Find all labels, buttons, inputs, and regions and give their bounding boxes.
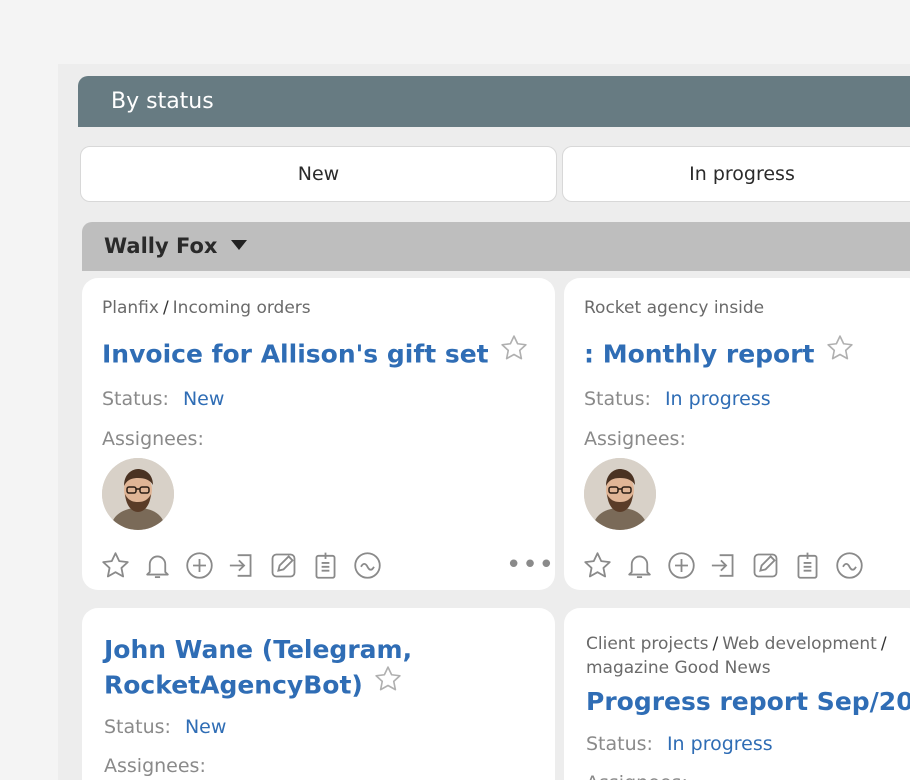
status-value[interactable]: New <box>185 716 226 738</box>
assignees-label: Assignees: <box>584 428 686 450</box>
task-title: Progress report Sep/20 <box>586 684 910 719</box>
caret-down-icon[interactable] <box>231 240 248 250</box>
status-value[interactable]: New <box>183 388 224 410</box>
task-card[interactable]: John Wane (Telegram, RocketAgencyBot) St… <box>82 608 555 780</box>
status-label: Status: <box>104 716 171 738</box>
card-actions <box>100 550 383 581</box>
bell-icon[interactable] <box>142 550 173 581</box>
status-value[interactable]: In progress <box>667 733 773 755</box>
star-icon[interactable] <box>825 333 855 372</box>
status-row: Status: In progress <box>584 388 771 410</box>
task-card[interactable]: Rocket agency inside : Monthly report St… <box>564 278 910 590</box>
star-icon[interactable] <box>582 550 613 581</box>
wave-circle-icon[interactable] <box>834 550 865 581</box>
clipboard-icon[interactable] <box>310 550 341 581</box>
edit-icon[interactable] <box>750 550 781 581</box>
assignees-label: Assignees: <box>104 755 206 777</box>
task-title-line-1[interactable]: John Wane (Telegram, <box>104 632 412 667</box>
status-row: Status: New <box>102 388 224 410</box>
plus-circle-icon[interactable] <box>666 550 697 581</box>
wave-circle-icon[interactable] <box>352 550 383 581</box>
star-icon[interactable] <box>499 333 529 372</box>
more-icon[interactable]: ••• <box>506 552 555 578</box>
edit-icon[interactable] <box>268 550 299 581</box>
star-icon[interactable] <box>100 550 131 581</box>
avatar[interactable] <box>102 458 174 530</box>
status-value[interactable]: In progress <box>665 388 771 410</box>
enter-icon[interactable] <box>226 550 257 581</box>
column-tab-in-progress[interactable]: In progress <box>562 146 910 202</box>
task-card[interactable]: Client projects / Web development / magazine… <box>564 608 910 780</box>
task-title-line-2[interactable]: RocketAgencyBot) <box>104 671 363 700</box>
status-row: Status: New <box>104 716 226 738</box>
card-actions <box>582 550 865 581</box>
column-tab-new[interactable]: New <box>80 146 557 202</box>
breadcrumb: Client projects / Web development / magazine… <box>586 634 887 678</box>
breadcrumb-project[interactable]: Client projects <box>586 634 708 654</box>
avatar[interactable] <box>584 458 656 530</box>
task-title: Invoice for Allison's gift set <box>102 333 529 375</box>
assignees-label: Assignees: <box>102 428 204 450</box>
group-header-wally-fox[interactable]: Wally Fox <box>82 222 910 271</box>
star-icon[interactable] <box>373 664 403 703</box>
task-title: : Monthly report <box>584 333 855 375</box>
task-card[interactable]: Planfix / Incoming orders Invoice for Alli… <box>82 278 555 590</box>
status-label: Status: <box>586 733 653 755</box>
plus-circle-icon[interactable] <box>184 550 215 581</box>
task-title-link[interactable]: Invoice for Allison's gift set <box>102 340 489 369</box>
task-title-link[interactable]: : Monthly report <box>584 340 815 369</box>
breadcrumb-subproject[interactable]: Web development <box>722 634 877 654</box>
assignees-label: Assignees: <box>586 772 688 780</box>
status-row: Status: In progress <box>586 733 773 755</box>
board-header: By status <box>78 76 910 127</box>
breadcrumb-project[interactable]: Planfix <box>102 298 159 318</box>
status-label: Status: <box>102 388 169 410</box>
kanban-board: By status New In progress Wally Fox Plan… <box>58 64 910 780</box>
breadcrumb: Planfix / Incoming orders <box>102 298 311 318</box>
breadcrumb-subproject[interactable]: Incoming orders <box>173 298 311 318</box>
group-name: Wally Fox <box>104 234 218 258</box>
bell-icon[interactable] <box>624 550 655 581</box>
clipboard-icon[interactable] <box>792 550 823 581</box>
task-title-link[interactable]: Progress report Sep/20 <box>586 687 910 716</box>
breadcrumb-item[interactable]: magazine Good News <box>586 658 771 678</box>
status-label: Status: <box>584 388 651 410</box>
breadcrumb: Rocket agency inside <box>584 298 764 318</box>
enter-icon[interactable] <box>708 550 739 581</box>
breadcrumb-project[interactable]: Rocket agency inside <box>584 298 764 318</box>
task-title: John Wane (Telegram, RocketAgencyBot) <box>104 632 412 706</box>
